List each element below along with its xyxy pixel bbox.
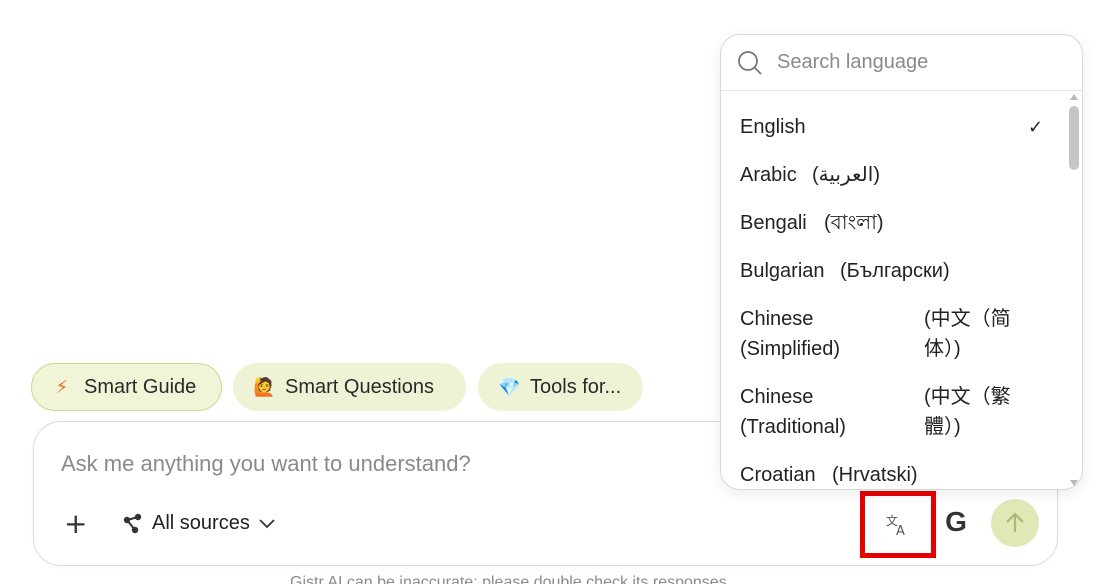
svg-text:A: A	[896, 524, 905, 537]
tools-chip[interactable]: 💎 Tools for...	[478, 363, 643, 411]
language-name: Croatian	[740, 464, 816, 486]
google-search-button[interactable]: G	[940, 506, 972, 538]
language-search	[721, 35, 1082, 91]
language-search-input[interactable]	[777, 51, 1057, 74]
scroll-up-arrow-icon[interactable]	[1070, 94, 1078, 100]
language-name: Bulgarian	[740, 260, 825, 282]
language-name: Arabic	[740, 164, 797, 186]
language-scrollbar[interactable]	[1068, 92, 1080, 488]
language-name: Bengali	[740, 212, 807, 234]
language-name: English	[740, 116, 806, 138]
language-menu: English ✓ Arabic (العربية) Bengali (বাংল…	[720, 34, 1083, 490]
chevron-down-icon	[259, 518, 275, 528]
lightning-icon: ⚡	[55, 376, 69, 397]
sources-label: All sources	[152, 512, 250, 534]
scroll-thumb[interactable]	[1069, 106, 1079, 170]
sources-icon	[123, 513, 142, 533]
language-native: (中文（繁體）)	[924, 386, 1011, 438]
smart-questions-chip[interactable]: 🙋 Smart Questions	[233, 363, 466, 411]
language-native: (Български)	[840, 260, 950, 282]
scroll-down-arrow-icon[interactable]	[1070, 480, 1078, 486]
language-native: (中文（简体）)	[924, 308, 1011, 360]
tools-label: Tools for...	[530, 375, 622, 398]
language-name: Chinese (Traditional)	[740, 386, 846, 438]
translate-button[interactable]: 文 A	[860, 491, 936, 558]
language-item-chinese-traditional[interactable]: Chinese (Traditional) (中文（繁體）)	[740, 382, 1060, 442]
raising-hand-icon: 🙋	[253, 376, 276, 397]
smart-guide-chip[interactable]: ⚡ Smart Guide	[31, 363, 222, 411]
smart-guide-label: Smart Guide	[84, 375, 197, 398]
search-icon	[738, 50, 762, 75]
language-native: (العربية)	[812, 164, 881, 186]
send-button[interactable]	[991, 499, 1039, 547]
check-icon: ✓	[1028, 117, 1044, 137]
language-name: Chinese (Simplified)	[740, 308, 841, 360]
sources-dropdown[interactable]: All sources	[122, 512, 284, 535]
disclaimer-text: Gistr AI can be inaccurate; please doubl…	[290, 574, 732, 584]
language-list: English ✓ Arabic (العربية) Bengali (বাংল…	[721, 92, 1069, 489]
add-attachment-button[interactable]: +	[64, 510, 87, 538]
translate-icon: 文 A	[886, 513, 905, 537]
smart-questions-label: Smart Questions	[285, 375, 434, 398]
arrow-up-icon	[1006, 512, 1024, 532]
gem-icon: 💎	[498, 376, 521, 397]
language-native: (Hrvatski)	[832, 464, 918, 486]
language-native: (বাংলা)	[824, 212, 884, 234]
language-item-chinese-simplified[interactable]: Chinese (Simplified) (中文（简体）)	[740, 304, 1060, 364]
